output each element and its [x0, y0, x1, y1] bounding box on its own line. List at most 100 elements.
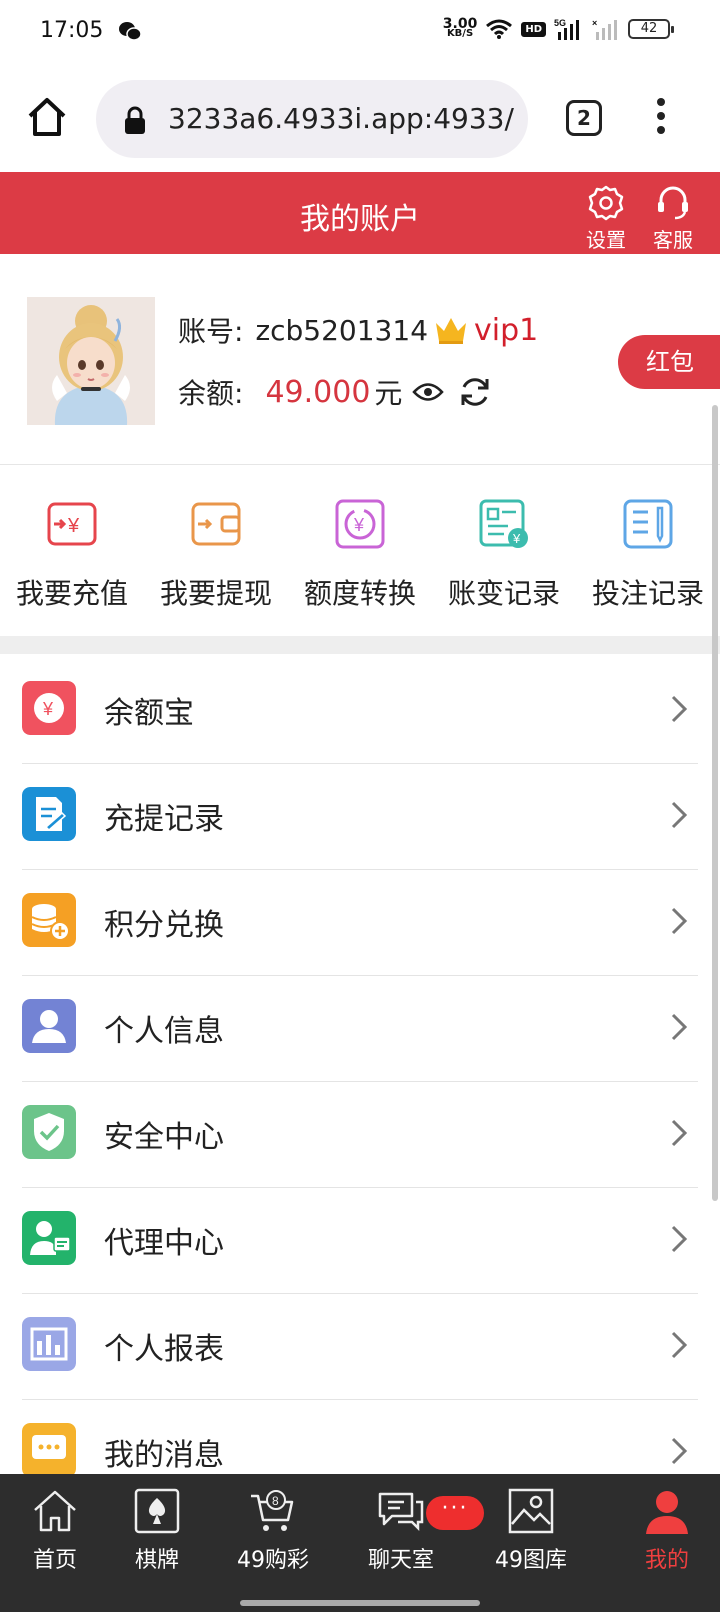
lock-icon [125, 106, 145, 134]
svg-text:¥: ¥ [512, 531, 521, 546]
chevron-right-icon [671, 1331, 688, 1359]
nav-mine-label: 我的 [644, 1548, 689, 1573]
withdraw-icon [191, 502, 241, 546]
quick-actions: ¥ 我要充值 我要提现 ¥ 额度转换 ¥ 账变记录 投注记录 [0, 490, 720, 620]
quick-account-change[interactable]: ¥ 账变记录 [432, 490, 576, 612]
status-time: 17:05 [40, 18, 104, 43]
deposit-record-icon [22, 787, 76, 841]
nav-home[interactable]: 首页 [0, 1486, 110, 1574]
quick-withdraw-label: 我要提现 [159, 577, 272, 610]
agent-icon [22, 1211, 76, 1265]
account-line: 账号: zcb5201314 vip1 [178, 310, 538, 350]
quick-recharge[interactable]: ¥ 我要充值 [0, 490, 144, 612]
browser-home-icon[interactable] [26, 96, 68, 138]
svg-text:¥: ¥ [353, 515, 365, 535]
menu-item-label: 代理中心 [104, 1226, 224, 1261]
cart-icon: 8 [251, 1490, 294, 1531]
nav-cards[interactable]: 棋牌 [102, 1486, 212, 1574]
section-divider [0, 464, 720, 465]
nav-lottery-label: 49购彩 [237, 1548, 309, 1573]
menu-item-label: 余额宝 [104, 696, 194, 731]
bottom-nav: 首页 棋牌 8 49购彩 聊天室 ··· 49图库 我的 [0, 1474, 720, 1612]
gesture-bar [240, 1600, 480, 1606]
chevron-right-icon [671, 1013, 688, 1041]
account-value: zcb5201314 [255, 313, 429, 347]
quick-transfer[interactable]: ¥ 额度转换 [288, 490, 432, 612]
menu-item-security[interactable]: 安全中心 [22, 1078, 698, 1188]
tab-count-button[interactable]: 2 [566, 100, 602, 136]
svg-text:5G: 5G [554, 18, 566, 28]
browser-menu-icon[interactable] [655, 98, 667, 138]
gear-icon [588, 185, 624, 221]
browser-toolbar: 3233a6.4933i.app:4933/ 2 [0, 64, 720, 172]
quick-transfer-label: 额度转换 [303, 577, 416, 610]
nav-gallery[interactable]: 49图库 [476, 1486, 586, 1574]
quick-bet-record[interactable]: 投注记录 [576, 490, 720, 612]
speed-unit: KB/S [446, 28, 474, 39]
menu-item-label: 我的消息 [104, 1438, 224, 1473]
quick-bet-record-label: 投注记录 [591, 577, 704, 610]
scrollbar[interactable] [712, 405, 718, 1201]
menu-item-label: 安全中心 [104, 1120, 224, 1155]
signal-empty-icon: × [592, 18, 617, 40]
avatar-image [27, 297, 155, 425]
url-bar[interactable]: 3233a6.4933i.app:4933/ [96, 80, 528, 158]
balance-unit: 元 [374, 377, 403, 410]
menu-item-agent[interactable]: 代理中心 [22, 1184, 698, 1294]
menu-item-personal-info[interactable]: 个人信息 [22, 972, 698, 1082]
menu-item-label: 积分兑换 [104, 908, 224, 943]
menu-item-deposit-record[interactable]: 充提记录 [22, 760, 698, 870]
red-packet-button[interactable]: 红包 [618, 335, 720, 389]
hd-badge: HD [521, 21, 546, 37]
balance-line: 余额: 49.000 元 [178, 372, 492, 412]
cards-icon [134, 1488, 180, 1534]
report-icon [22, 1317, 76, 1371]
nav-chat-label: 聊天室 [367, 1548, 434, 1573]
wifi-icon [486, 19, 513, 39]
chevron-right-icon [671, 1119, 688, 1147]
settings-button[interactable]: 设置 [580, 184, 632, 253]
menu-item-yuebao[interactable]: ¥ 余额宝 [22, 654, 698, 764]
yuebao-icon: ¥ [22, 681, 76, 735]
personal-info-icon [22, 999, 76, 1053]
quick-recharge-label: 我要充值 [15, 577, 128, 610]
gallery-icon [508, 1488, 554, 1534]
wechat-icon [119, 22, 142, 41]
svg-text:×: × [592, 18, 597, 28]
menu-item-label: 个人报表 [104, 1332, 224, 1367]
menu-item-points-exchange[interactable]: 积分兑换 [22, 866, 698, 976]
section-separator [0, 636, 720, 654]
settings-label: 设置 [586, 228, 626, 252]
nav-home-label: 首页 [32, 1548, 77, 1573]
transfer-icon: ¥ [335, 499, 385, 549]
url-text: 3233a6.4933i.app:4933/ [168, 102, 514, 135]
chevron-right-icon [671, 1437, 688, 1465]
avatar[interactable] [27, 297, 155, 425]
account-label: 账号: [178, 315, 244, 348]
message-icon [22, 1423, 76, 1477]
shield-icon [22, 1105, 76, 1159]
nav-gallery-label: 49图库 [495, 1548, 567, 1573]
chevron-right-icon [671, 801, 688, 829]
refresh-icon[interactable] [458, 375, 492, 409]
home-icon [34, 1490, 76, 1532]
page-header: 我的账户 设置 客服 [0, 172, 720, 254]
eye-icon[interactable] [412, 381, 445, 403]
balance-label: 余额: [178, 377, 244, 410]
menu-item-report[interactable]: 个人报表 [22, 1290, 698, 1400]
service-label: 客服 [653, 228, 693, 252]
svg-text:8: 8 [272, 1494, 279, 1508]
quick-withdraw[interactable]: 我要提现 [144, 490, 288, 612]
vip-level: vip1 [474, 312, 539, 348]
chevron-right-icon [671, 695, 688, 723]
quick-account-change-label: 账变记录 [447, 577, 560, 610]
customer-service-button[interactable]: 客服 [647, 184, 699, 253]
battery-icon: 42 [628, 19, 674, 39]
nav-mine[interactable]: 我的 [612, 1486, 720, 1574]
crown-icon [436, 318, 467, 344]
menu-item-label: 个人信息 [104, 1014, 224, 1049]
signal-5g-icon: 5G [554, 18, 579, 40]
svg-text:¥: ¥ [67, 515, 80, 537]
nav-lottery[interactable]: 8 49购彩 [218, 1486, 328, 1574]
recharge-icon: ¥ [47, 502, 97, 546]
